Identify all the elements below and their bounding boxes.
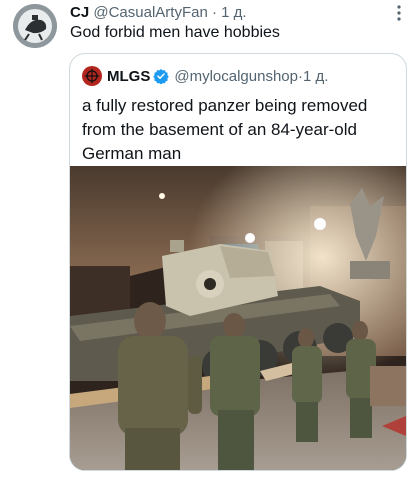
- quoted-tweet-timestamp: 1 д.: [302, 67, 329, 85]
- quoted-tweet-photo[interactable]: [70, 166, 406, 470]
- more-horizontal-icon: [397, 5, 401, 21]
- author-handle[interactable]: @CasualArtyFan: [93, 4, 207, 21]
- more-options-button[interactable]: [390, 4, 408, 22]
- author-name[interactable]: CJ: [70, 4, 89, 21]
- verified-badge: [153, 68, 170, 84]
- tweet-header: CJ @CasualArtyFan · 1 д.: [70, 4, 247, 21]
- quoted-tweet-text: a fully restored panzer being removed fr…: [82, 96, 368, 163]
- tank-photo-illustration: [70, 166, 406, 470]
- crosshair-icon: [83, 67, 101, 85]
- tweet-timestamp[interactable]: 1 д.: [221, 4, 246, 21]
- quoted-author-name: MLGS: [107, 67, 151, 85]
- verified-badge-icon: [153, 69, 170, 84]
- tweet[interactable]: CJ @CasualArtyFan · 1 д. God forbid men …: [0, 0, 418, 478]
- quoted-tweet-header: MLGS @mylocalgunshop · 1 д.: [82, 66, 328, 86]
- tweet-text: God forbid men have hobbies: [70, 24, 280, 41]
- quoted-tweet[interactable]: MLGS @mylocalgunshop · 1 д. a fully rest…: [69, 53, 407, 471]
- separator-dot: ·: [211, 4, 217, 21]
- quoted-author-handle: @mylocalgunshop: [174, 67, 298, 85]
- avatar-icon: [13, 4, 57, 48]
- author-avatar[interactable]: [13, 4, 57, 48]
- quoted-author-avatar: [82, 66, 102, 86]
